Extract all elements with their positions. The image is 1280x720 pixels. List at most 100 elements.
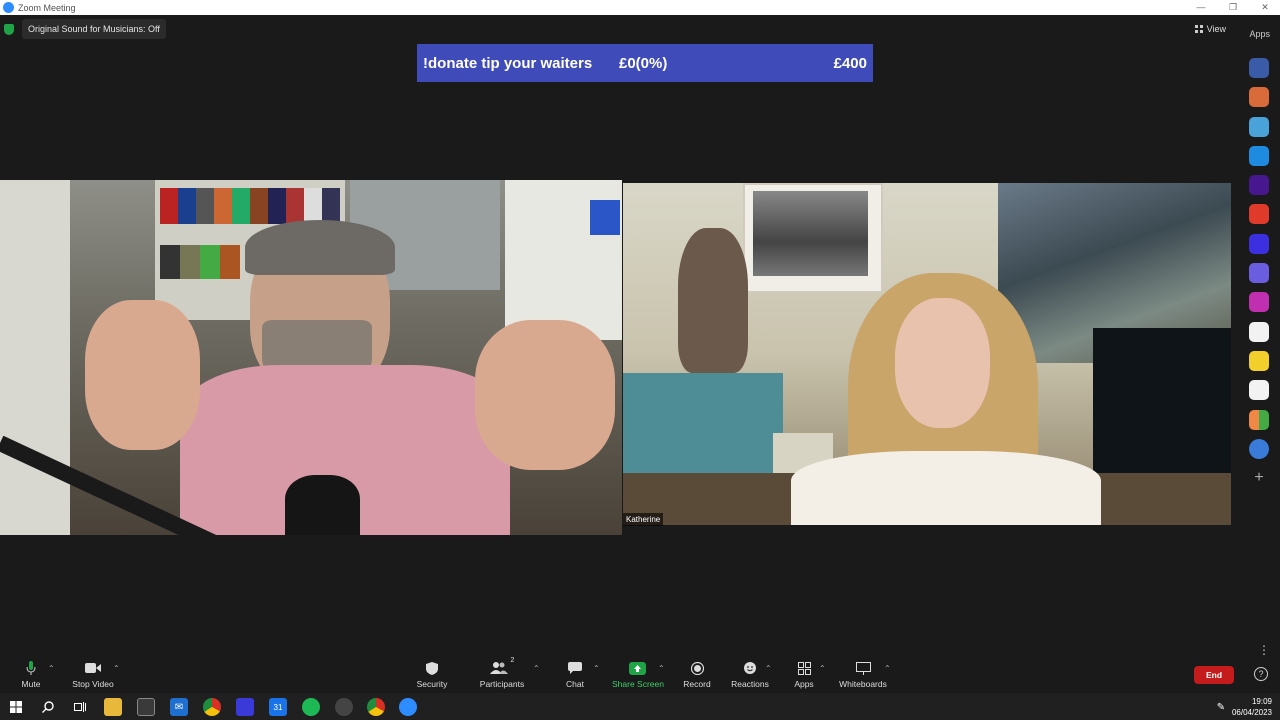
grid-app-icon[interactable] xyxy=(1249,409,1269,430)
share-screen-label: Share Screen xyxy=(612,679,664,689)
security-button[interactable]: Security xyxy=(412,657,452,689)
reactions-button[interactable]: Reactions xyxy=(730,657,770,689)
zoom-logo-icon xyxy=(3,2,14,13)
red-app-icon[interactable] xyxy=(1249,204,1269,225)
chat-button[interactable]: Chat xyxy=(560,657,590,689)
view-label: View xyxy=(1206,24,1226,34)
donation-banner: !donate tip your waiters £0(0%) £400 xyxy=(417,44,873,82)
chrome-profile-icon[interactable] xyxy=(367,698,385,716)
whiteboards-caret-icon[interactable]: ⌃ xyxy=(884,664,891,673)
sesh-app-icon[interactable] xyxy=(1249,321,1269,342)
landscape-photo xyxy=(753,191,868,276)
system-clock[interactable]: 19:09 06/04/2023 xyxy=(1232,696,1272,718)
add-app-icon[interactable]: + xyxy=(1249,468,1269,488)
restore-icon[interactable]: ❐ xyxy=(1218,0,1248,15)
books xyxy=(160,188,340,224)
window-title: Zoom Meeting xyxy=(18,2,76,13)
mail-app-icon[interactable] xyxy=(1249,116,1269,137)
video-tile-host[interactable] xyxy=(0,180,622,535)
reactions-icon xyxy=(730,657,770,679)
task-view-icon[interactable] xyxy=(71,698,89,716)
close-icon[interactable]: ✕ xyxy=(1250,0,1280,15)
host-right-hand xyxy=(475,320,615,470)
apps-sidebar: + xyxy=(1249,58,1273,497)
door-frame xyxy=(0,180,70,535)
cat xyxy=(678,228,748,373)
end-meeting-button[interactable]: End xyxy=(1194,666,1234,684)
obs-icon[interactable] xyxy=(335,698,353,716)
host-left-hand xyxy=(85,300,200,450)
participants-icon: 2 xyxy=(478,657,526,679)
file-explorer-icon[interactable] xyxy=(104,698,122,716)
store-icon[interactable] xyxy=(137,698,155,716)
help-icon[interactable]: ? xyxy=(1254,667,1268,681)
calendar-icon[interactable]: 31 xyxy=(269,698,287,716)
stop-video-button[interactable]: Stop Video xyxy=(68,657,118,689)
clock-time: 19:09 xyxy=(1251,697,1272,706)
windows-start-icon[interactable] xyxy=(7,698,25,716)
blue-box xyxy=(590,200,620,235)
reactions-label: Reactions xyxy=(731,679,769,689)
chat-caret-icon[interactable]: ⌃ xyxy=(593,664,600,673)
host-hair xyxy=(245,220,395,275)
app-icon[interactable] xyxy=(236,698,254,716)
katherine-face xyxy=(895,298,990,428)
apps-icon xyxy=(789,657,819,679)
banner-text: !donate tip your waiters xyxy=(423,54,593,72)
microphone xyxy=(285,475,360,535)
share-caret-icon[interactable]: ⌃ xyxy=(658,664,665,673)
share-screen-icon xyxy=(612,657,662,679)
share-screen-button[interactable]: Share Screen xyxy=(612,657,664,689)
microphone-icon xyxy=(16,657,46,679)
kahoot-icon[interactable] xyxy=(1249,175,1269,196)
record-button[interactable]: Record xyxy=(682,657,712,689)
whiteboards-label: Whiteboards xyxy=(839,679,887,689)
whiteboards-button[interactable]: Whiteboards xyxy=(838,657,888,689)
windows-taskbar: ✉ 31 ✎ 19:09 06/04/2023 xyxy=(0,693,1280,720)
view-button[interactable]: View xyxy=(1194,24,1226,34)
portrait-app-icon[interactable] xyxy=(1249,87,1269,108)
participants-caret-icon[interactable]: ⌃ xyxy=(533,664,540,673)
apps-label: Apps xyxy=(794,679,814,689)
shield-icon xyxy=(4,23,14,35)
chat-label: Chat xyxy=(566,679,584,689)
participants-count: 2 xyxy=(510,657,515,664)
more-options-icon[interactable]: ⋮ xyxy=(1258,643,1270,657)
radio xyxy=(623,373,783,483)
meeting-toolbar: ⋮ Mute ⌃ Stop Video ⌃ Security 2 Partici… xyxy=(0,643,1280,693)
mute-label: Mute xyxy=(21,679,41,689)
mail-icon[interactable]: ✉ xyxy=(170,698,188,716)
apps-caret-icon[interactable]: ⌃ xyxy=(819,664,826,673)
window-titlebar: Zoom Meeting — ❐ ✕ xyxy=(0,0,1280,15)
mute-caret-icon[interactable]: ⌃ xyxy=(48,664,55,673)
refresh-app-icon[interactable] xyxy=(1249,438,1269,459)
video-camera-icon xyxy=(68,657,118,679)
participants-label: Participants xyxy=(479,679,525,689)
security-label: Security xyxy=(416,679,448,689)
zoom-icon[interactable] xyxy=(399,698,417,716)
clock-date: 06/04/2023 xyxy=(1231,708,1272,717)
apps-button[interactable]: Apps xyxy=(789,657,819,689)
books xyxy=(160,245,240,279)
w-app-icon[interactable] xyxy=(1249,233,1269,254)
avatar-app-icon[interactable] xyxy=(1249,58,1269,78)
original-sound-indicator[interactable]: Original Sound for Musicians: Off xyxy=(4,19,166,39)
mute-button[interactable]: Mute xyxy=(16,657,46,689)
pen-icon[interactable]: ✎ xyxy=(1214,698,1228,716)
chat-icon xyxy=(560,657,590,679)
play-app-icon[interactable] xyxy=(1249,145,1269,166)
wave-app-icon[interactable] xyxy=(1249,292,1269,313)
chrome-icon[interactable] xyxy=(203,698,221,716)
video-tile-katherine[interactable] xyxy=(623,183,1231,525)
spotify-icon[interactable] xyxy=(302,698,320,716)
ai-app-icon[interactable] xyxy=(1249,263,1269,284)
smiley-app-icon[interactable] xyxy=(1249,350,1269,371)
banner-amount: £0(0%) xyxy=(619,54,668,72)
reactions-caret-icon[interactable]: ⌃ xyxy=(765,664,772,673)
minimize-icon[interactable]: — xyxy=(1186,0,1216,15)
search-icon[interactable] xyxy=(39,698,57,716)
participants-button[interactable]: 2 Participants xyxy=(478,657,526,689)
video-caret-icon[interactable]: ⌃ xyxy=(113,664,120,673)
twine-app-icon[interactable] xyxy=(1249,380,1269,401)
record-label: Record xyxy=(683,679,711,689)
